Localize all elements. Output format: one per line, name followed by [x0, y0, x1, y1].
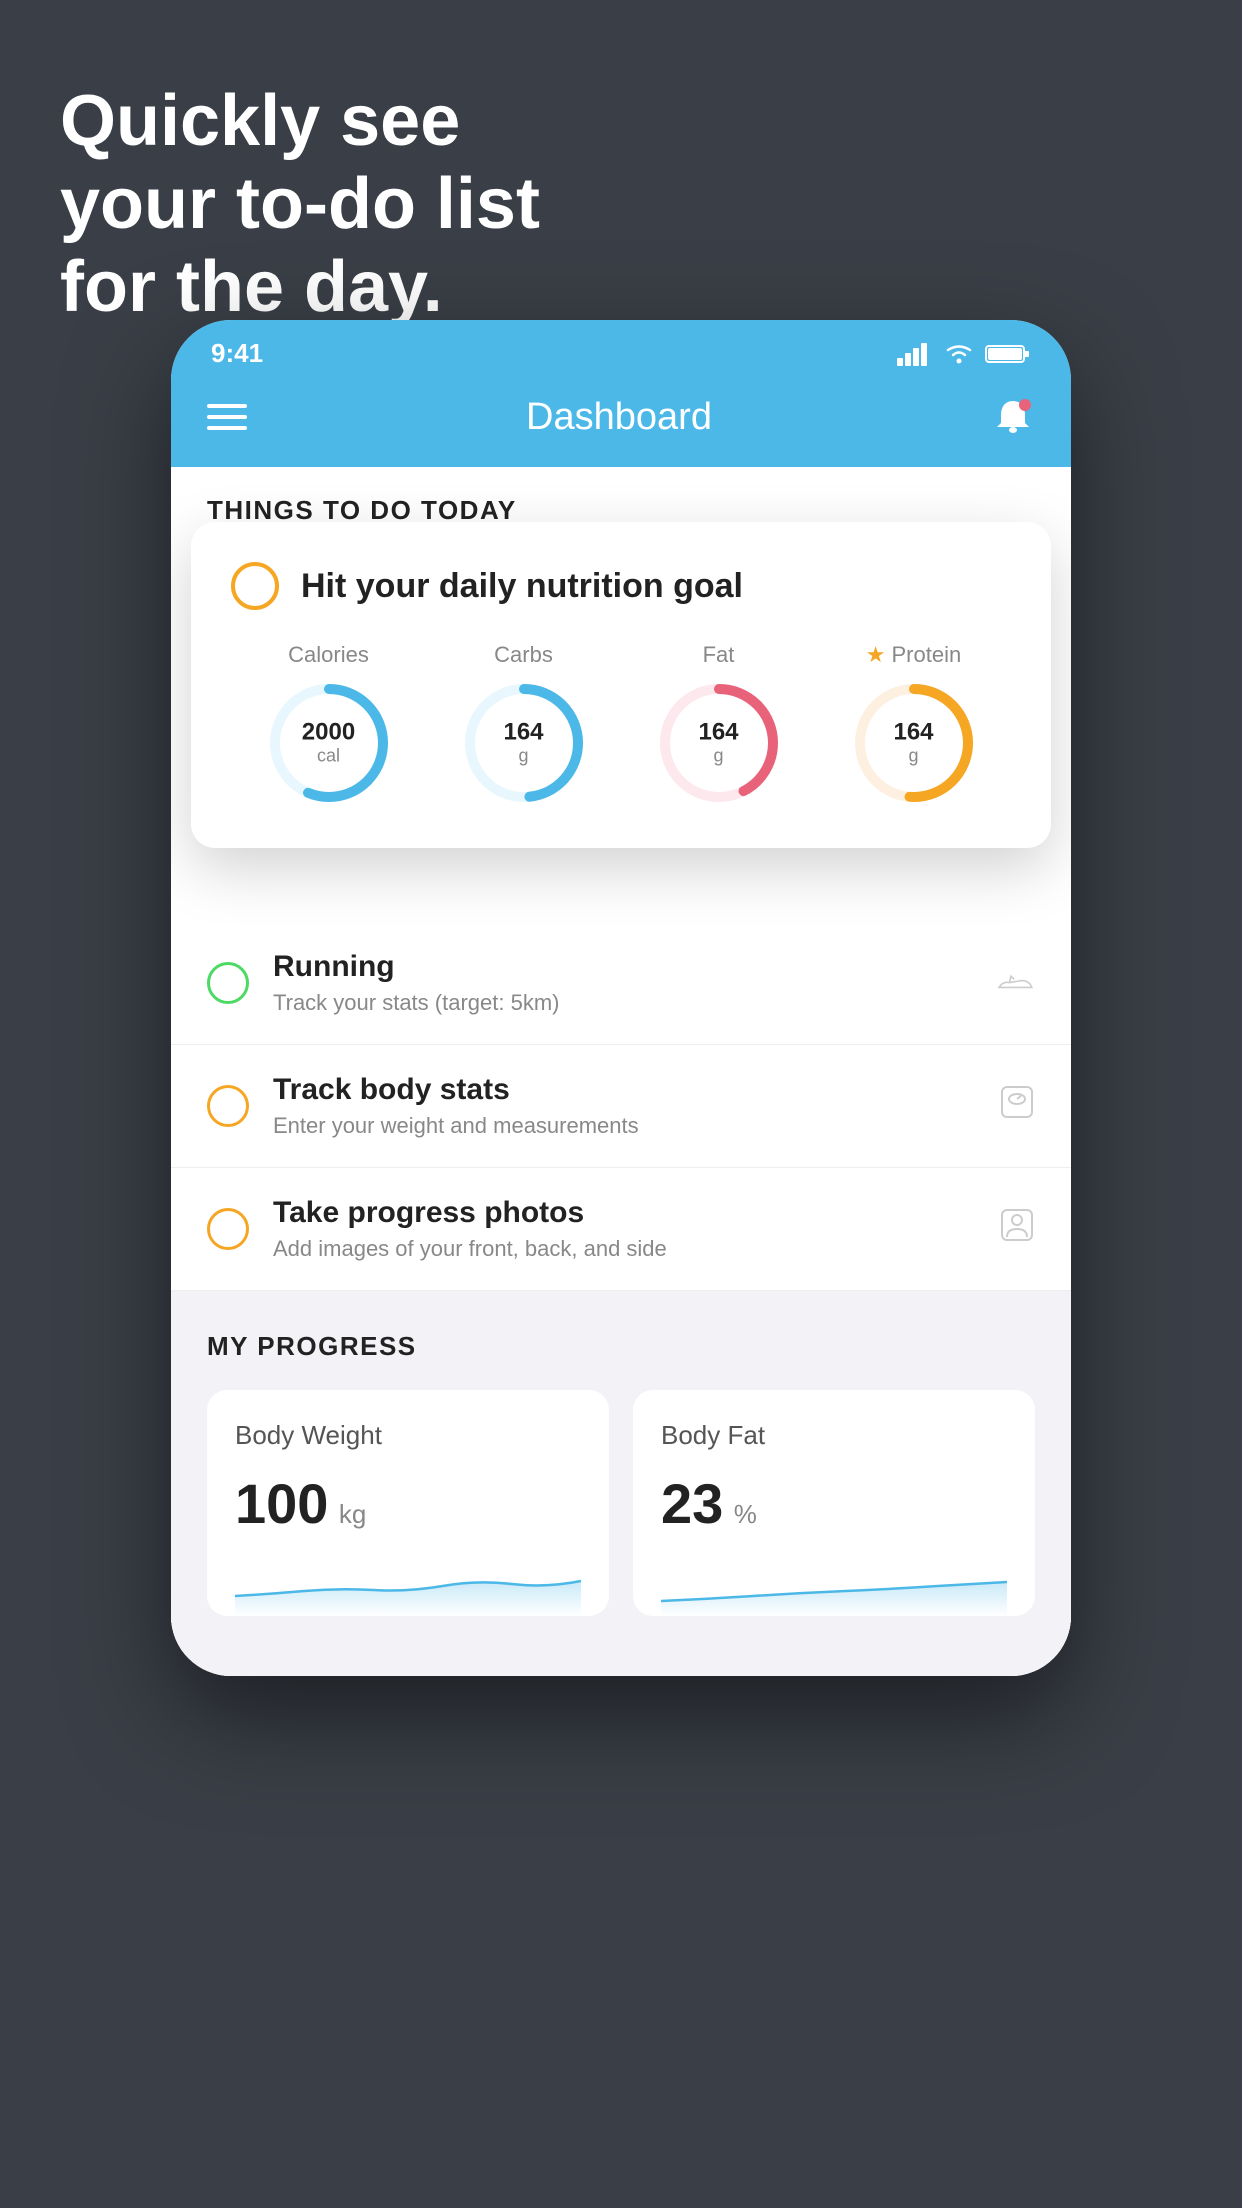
body-fat-value: 23 — [661, 1472, 723, 1535]
battery-icon — [985, 342, 1031, 366]
carbs-item: Carbs 164 g — [459, 642, 589, 808]
body-weight-value: 100 — [235, 1472, 328, 1535]
body-stats-text: Track body stats Enter your weight and m… — [273, 1073, 639, 1139]
body-fat-card: Body Fat 23 % — [633, 1390, 1035, 1616]
fat-unit: g — [698, 746, 738, 767]
running-text: Running Track your stats (target: 5km) — [273, 950, 559, 1016]
photos-title: Take progress photos — [273, 1196, 667, 1230]
todo-item-running[interactable]: Running Track your stats (target: 5km) — [171, 922, 1071, 1045]
body-fat-value-row: 23 % — [661, 1471, 1007, 1536]
protein-unit: g — [893, 746, 933, 767]
fat-label: Fat — [703, 642, 735, 668]
phone-mockup: 9:41 — [171, 320, 1071, 1676]
scale-icon — [999, 1084, 1035, 1128]
body-fat-title: Body Fat — [661, 1420, 1007, 1451]
running-subtitle: Track your stats (target: 5km) — [273, 990, 559, 1016]
hero-text: Quickly see your to-do list for the day. — [60, 80, 540, 328]
running-circle — [207, 962, 249, 1004]
nutrition-check-circle[interactable] — [231, 562, 279, 610]
calories-unit: cal — [302, 746, 355, 767]
nutrition-card: Hit your daily nutrition goal Calories — [191, 522, 1051, 848]
todo-item-photos[interactable]: Take progress photos Add images of your … — [171, 1168, 1071, 1291]
progress-title: MY PROGRESS — [207, 1331, 1035, 1362]
running-title: Running — [273, 950, 559, 984]
body-stats-subtitle: Enter your weight and measurements — [273, 1113, 639, 1139]
progress-grid: Body Weight 100 kg — [207, 1390, 1035, 1616]
star-icon: ★ — [866, 642, 886, 668]
status-icons — [897, 342, 1031, 366]
protein-label: Protein — [892, 642, 962, 668]
carbs-ring: 164 g — [459, 678, 589, 808]
body-weight-title: Body Weight — [235, 1420, 581, 1451]
wifi-icon — [943, 342, 975, 366]
notification-bell-icon[interactable] — [991, 395, 1035, 439]
calories-value: 2000 — [302, 719, 355, 745]
fat-ring: 164 g — [654, 678, 784, 808]
status-bar: 9:41 — [171, 320, 1071, 379]
calories-item: Calories 2000 cal — [264, 642, 394, 808]
nutrition-grid: Calories 2000 cal — [231, 642, 1011, 808]
status-time: 9:41 — [211, 338, 263, 369]
fat-value: 164 — [698, 719, 738, 745]
nav-bar: Dashboard — [171, 379, 1071, 467]
body-weight-value-row: 100 kg — [235, 1471, 581, 1536]
fat-item: Fat 164 g — [654, 642, 784, 808]
progress-section: MY PROGRESS Body Weight 100 kg — [171, 1291, 1071, 1676]
protein-label-row: ★ Protein — [866, 642, 961, 668]
body-weight-chart — [235, 1556, 581, 1616]
todo-list: Running Track your stats (target: 5km) — [171, 922, 1071, 1291]
body-stats-title: Track body stats — [273, 1073, 639, 1107]
nutrition-card-title: Hit your daily nutrition goal — [301, 567, 743, 606]
calories-label: Calories — [288, 642, 369, 668]
photos-subtitle: Add images of your front, back, and side — [273, 1236, 667, 1262]
carbs-label: Carbs — [494, 642, 553, 668]
photos-circle — [207, 1208, 249, 1250]
nav-title: Dashboard — [526, 396, 712, 439]
phone-screen: 9:41 — [171, 320, 1071, 1676]
calories-ring: 2000 cal — [264, 678, 394, 808]
todo-item-body-stats[interactable]: Track body stats Enter your weight and m… — [171, 1045, 1071, 1168]
protein-ring: 164 g — [849, 678, 979, 808]
shoe-icon — [995, 964, 1035, 1002]
carbs-unit: g — [503, 746, 543, 767]
body-weight-card: Body Weight 100 kg — [207, 1390, 609, 1616]
body-stats-circle — [207, 1085, 249, 1127]
photos-text: Take progress photos Add images of your … — [273, 1196, 667, 1262]
protein-item: ★ Protein 164 — [849, 642, 979, 808]
card-spacer: Hit your daily nutrition goal Calories — [171, 542, 1071, 862]
protein-value: 164 — [893, 719, 933, 745]
carbs-value: 164 — [503, 719, 543, 745]
signal-icon — [897, 342, 933, 366]
body-fat-chart — [661, 1556, 1007, 1616]
person-icon — [999, 1207, 1035, 1251]
body-fat-unit: % — [734, 1499, 757, 1529]
hamburger-menu[interactable] — [207, 404, 247, 430]
body-weight-unit: kg — [339, 1499, 366, 1529]
phone-content: THINGS TO DO TODAY Hit your daily nutrit… — [171, 467, 1071, 1676]
